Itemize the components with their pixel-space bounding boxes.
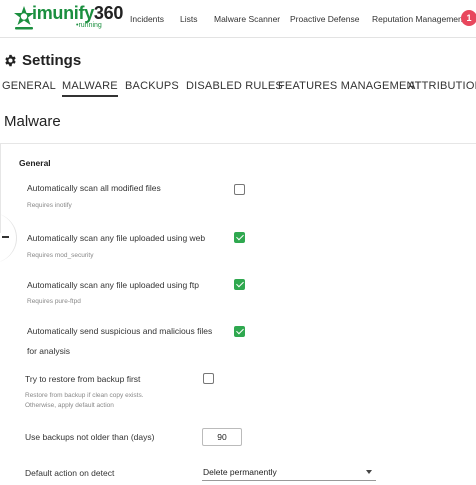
chevron-down-icon (366, 470, 372, 474)
restore-backup-label: Try to restore from backup first (25, 374, 141, 384)
scan-web-checkbox[interactable] (234, 232, 245, 243)
top-navbar: imunify360 •running Incidents Lists Malw… (0, 0, 476, 38)
nav-incidents[interactable]: Incidents (130, 0, 164, 38)
default-action-value: Delete permanently (203, 467, 277, 477)
tab-malware[interactable]: MALWARE (62, 80, 118, 97)
logo-text: imunify360 (32, 3, 123, 24)
gear-icon (5, 54, 16, 66)
restore-backup-hint-line2: Otherwise, apply default action (25, 402, 114, 409)
tab-attributions[interactable]: ATTRIBUTIONS (408, 80, 476, 92)
option-scan-modified-hint: Requires inotify (27, 202, 72, 209)
nav-proactive-defense[interactable]: Proactive Defense (290, 0, 359, 38)
nav-malware-scanner[interactable]: Malware Scanner (214, 0, 280, 38)
option-scan-ftp-hint: Requires pure-ftpd (27, 298, 81, 305)
scan-ftp-checkbox[interactable] (234, 279, 245, 290)
group-title-general: General (19, 158, 51, 168)
option-send-files-label: Automatically send suspicious and malici… (27, 326, 213, 336)
settings-title-text: Settings (22, 51, 82, 69)
default-action-select[interactable]: Delete permanently (202, 465, 376, 481)
option-scan-modified-label: Automatically scan all modified files (27, 183, 161, 193)
logo-brand: imunify (32, 3, 94, 23)
restore-backup-hint-line1: Restore from backup if clean copy exists… (25, 392, 144, 399)
default-action-label: Default action on detect (25, 468, 115, 478)
page-title: Settings (4, 50, 81, 70)
tab-features-management[interactable]: FEATURES MANAGEMENT (278, 80, 422, 92)
nav-lists[interactable]: Lists (180, 0, 197, 38)
option-scan-web-label: Automatically scan any file uploaded usi… (27, 233, 206, 243)
running-status: •running (76, 22, 102, 29)
backup-age-label: Use backups not older than (days) (25, 432, 155, 442)
send-files-checkbox[interactable] (234, 326, 245, 337)
tab-backups[interactable]: BACKUPS (125, 80, 179, 92)
backup-age-input[interactable]: 90 (202, 428, 242, 446)
logo-number: 360 (93, 3, 124, 23)
restore-backup-checkbox[interactable] (203, 373, 214, 384)
option-scan-web-hint: Requires mod_security (27, 252, 94, 259)
section-title: Malware (4, 113, 61, 130)
collapse-dash-icon[interactable] (2, 236, 9, 238)
notification-badge[interactable]: 1 (461, 10, 476, 26)
option-scan-ftp-label: Automatically scan any file uploaded usi… (27, 280, 199, 290)
scan-modified-checkbox[interactable] (234, 184, 245, 195)
nav-reputation-management[interactable]: Reputation Management (372, 0, 465, 38)
option-send-files-label-line2: for analysis (27, 346, 70, 356)
tab-general[interactable]: GENERAL (2, 80, 56, 92)
tab-disabled-rules[interactable]: DISABLED RULES (186, 80, 283, 92)
